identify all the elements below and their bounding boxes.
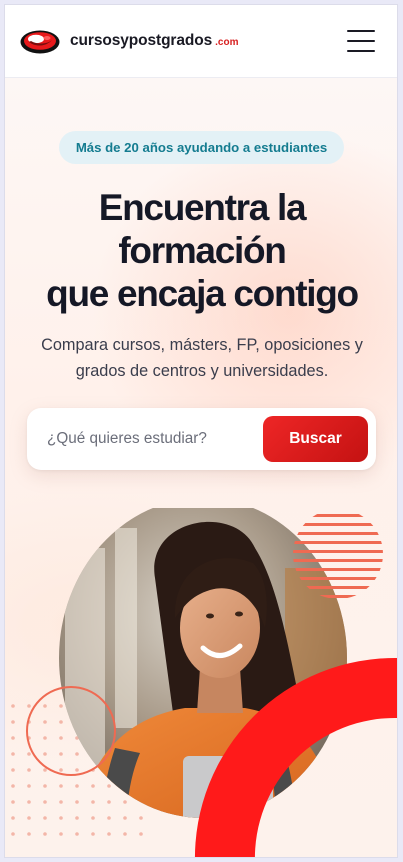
site-header: cursosypostgrados .com xyxy=(5,5,397,78)
hero-title-line: que encaja contigo xyxy=(46,273,359,314)
hero-subtitle: Compara cursos, másters, FP, oposiciones… xyxy=(5,332,397,384)
search-button[interactable]: Buscar xyxy=(263,416,368,462)
hero-title: Encuentra la formación que encaja contig… xyxy=(5,186,397,315)
hero-subtitle-line: grados de centros y universidades. xyxy=(75,362,329,380)
trust-badge: Más de 20 años ayudando a estudiantes xyxy=(59,131,344,164)
logo-tld: .com xyxy=(215,37,239,48)
hero-subtitle-line: Compara cursos, másters, FP, oposiciones… xyxy=(41,336,363,354)
hero-illustration xyxy=(5,508,397,857)
logo-name: cursosypostgrados xyxy=(70,32,213,49)
hero-section: Más de 20 años ayudando a estudiantes En… xyxy=(5,78,397,857)
menu-bar xyxy=(347,49,375,52)
hero-illustration-svg xyxy=(11,508,397,857)
menu-bar xyxy=(347,30,375,33)
logo-mark-icon xyxy=(20,30,60,54)
menu-bar xyxy=(347,39,375,43)
hero-title-line: formación xyxy=(118,230,286,271)
search-box: Buscar xyxy=(27,408,376,470)
hamburger-menu-icon[interactable] xyxy=(347,30,375,52)
page-frame: cursosypostgrados .com Más de 20 años ay… xyxy=(4,4,398,858)
hero-title-line: Encuentra la xyxy=(98,187,307,228)
search-input[interactable] xyxy=(47,426,267,452)
site-logo[interactable]: cursosypostgrados .com xyxy=(19,27,239,55)
